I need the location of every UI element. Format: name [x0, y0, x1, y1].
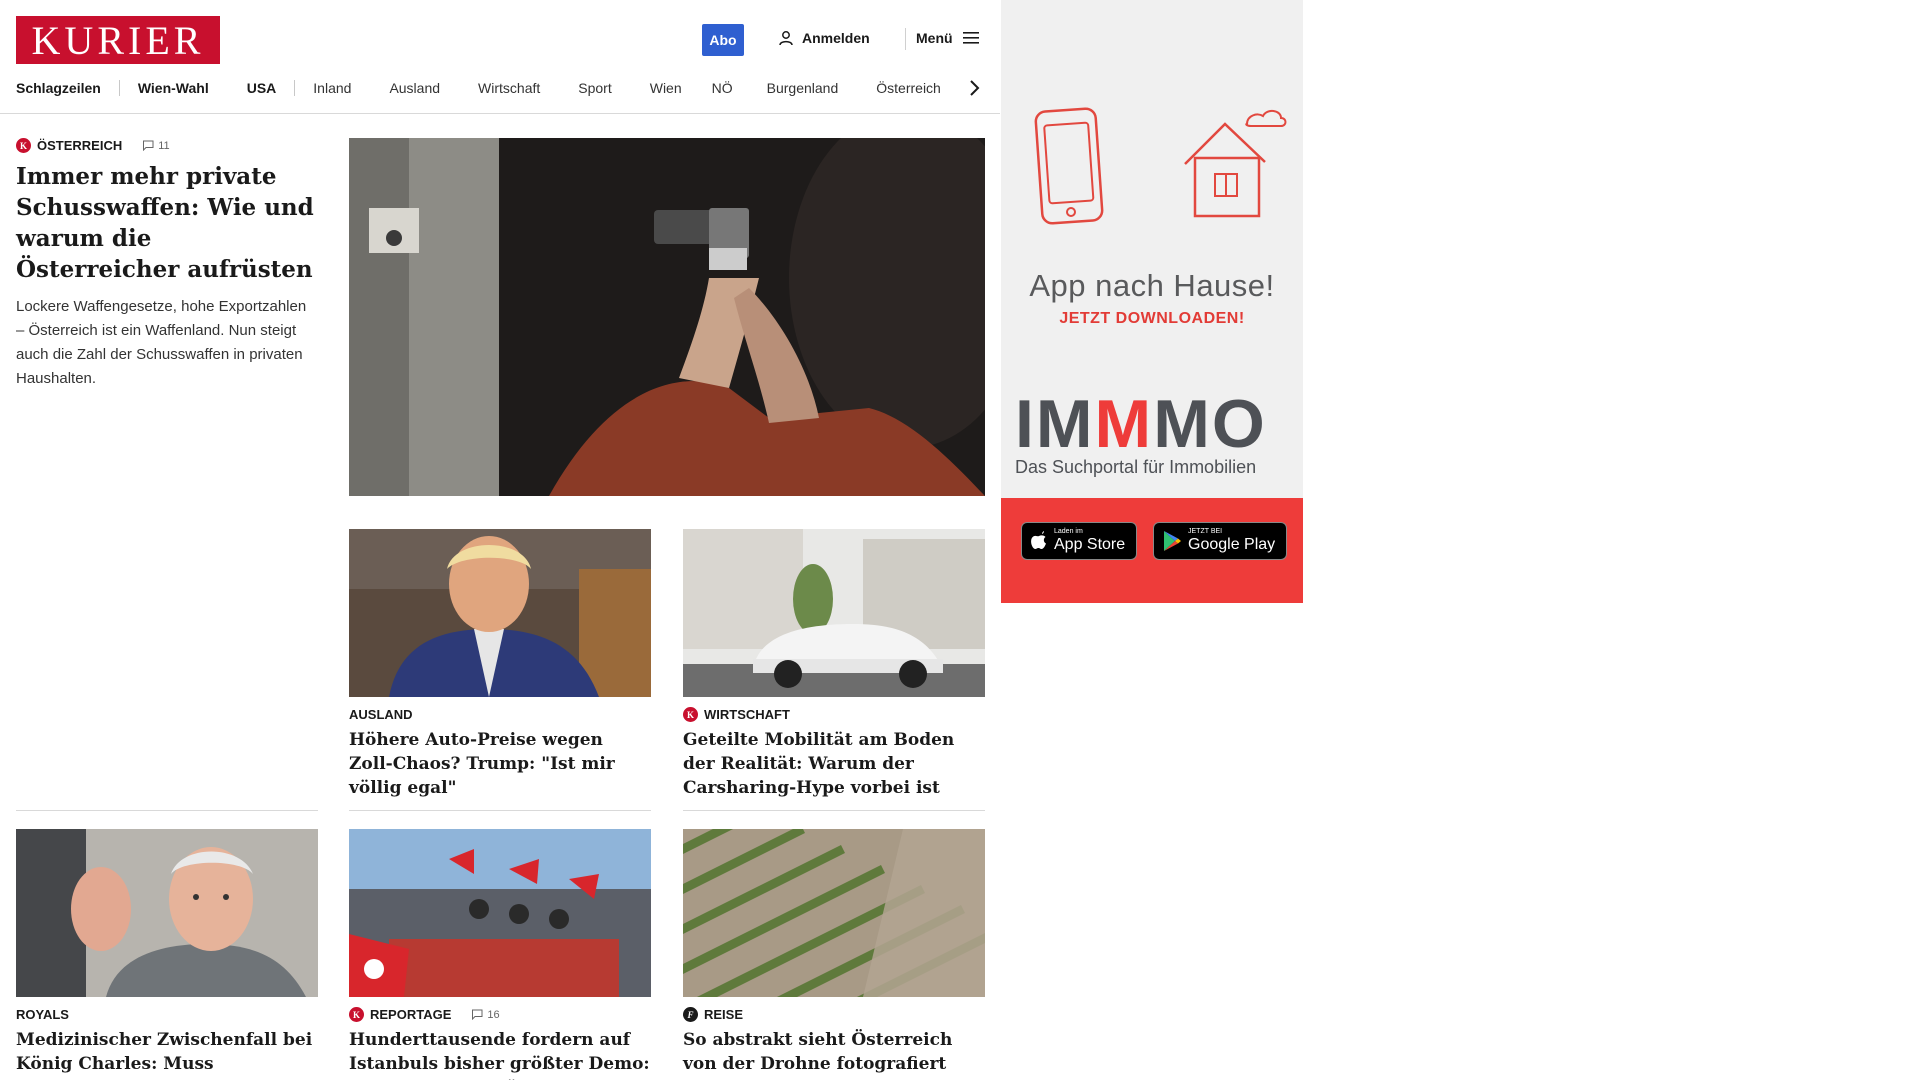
- card-kicker[interactable]: K Reportage 16: [349, 1007, 651, 1022]
- immmo-logo-part: IM: [1015, 386, 1095, 462]
- comment-count-value: 11: [158, 139, 170, 152]
- nav-item-inland[interactable]: Inland: [313, 80, 351, 96]
- immmo-logo-accent: M: [1094, 386, 1154, 462]
- section-nav: Schlagzeilen Wien-Wahl USA Inland Auslan…: [16, 78, 941, 98]
- phone-icon: [1034, 107, 1104, 225]
- article-card[interactable]: f Reise So abstrakt sieht Österreich von…: [683, 829, 985, 1080]
- google-play-icon: [1164, 531, 1181, 551]
- nav-item-usa[interactable]: USA: [247, 80, 277, 96]
- google-play-text: JETZT BEI Google Play: [1188, 528, 1275, 554]
- lead-image-pistol[interactable]: [349, 138, 985, 496]
- menu-button[interactable]: Menü: [916, 30, 979, 46]
- lead-teaser: Lockere Waffengesetze, hohe Exportzahlen…: [16, 298, 307, 387]
- nav-item-wien-wahl[interactable]: Wien-Wahl: [138, 80, 209, 96]
- comment-icon: [143, 140, 154, 151]
- card-category: Reportage: [370, 1007, 452, 1022]
- apple-icon: [1031, 531, 1046, 549]
- card-kicker[interactable]: K Wirtschaft: [683, 707, 985, 722]
- comment-count[interactable]: 11: [142, 139, 170, 152]
- card-category: Royals: [16, 1007, 69, 1022]
- article-card[interactable]: K Reportage 16 Hunderttausende fordern a…: [349, 829, 651, 1080]
- app-store-text: Laden im App Store: [1054, 528, 1125, 554]
- immmo-logo: IMMMO: [1015, 390, 1267, 458]
- card-kicker[interactable]: Ausland: [349, 707, 651, 722]
- kurier-plus-icon: K: [16, 138, 31, 153]
- kurier-logo[interactable]: KURIER: [16, 16, 220, 64]
- nav-separator: [118, 80, 120, 96]
- divider: [683, 810, 985, 811]
- card-headline[interactable]: Geteilte Mobilität am Boden der Realität…: [683, 728, 985, 800]
- immmo-advertisement[interactable]: App nach Hause! JETZT DOWNLOADEN! IMMMO …: [1001, 0, 1303, 603]
- thumb-istanbul-protest[interactable]: [349, 829, 651, 997]
- nav-item-burgenland[interactable]: Burgenland: [767, 80, 839, 96]
- card-headline[interactable]: Medizinischer Zwischenfall bei König Cha…: [16, 1028, 318, 1080]
- immmo-logo-part: MO: [1153, 386, 1267, 462]
- card-kicker[interactable]: Royals: [16, 1007, 318, 1022]
- comment-count-value: 16: [487, 1008, 500, 1021]
- ad-headline: App nach Hause!: [1029, 268, 1275, 303]
- app-store-small: Laden im: [1054, 528, 1083, 535]
- card-headline[interactable]: Höhere Auto-Preise wegen Zoll-Chaos? Tru…: [349, 728, 651, 800]
- abo-button[interactable]: Abo: [702, 24, 744, 56]
- card-category: Wirtschaft: [704, 707, 790, 722]
- google-play-button[interactable]: JETZT BEI Google Play: [1153, 522, 1287, 560]
- house-icon: [1184, 110, 1287, 218]
- chevron-right-icon[interactable]: [968, 78, 982, 98]
- nav-item-oesterreich[interactable]: Österreich: [876, 80, 941, 96]
- nav-item-schlagzeilen[interactable]: Schlagzeilen: [16, 80, 101, 96]
- comment-icon: [472, 1009, 483, 1020]
- lead-kicker[interactable]: K Österreich 11: [16, 138, 316, 153]
- login-label: Anmelden: [802, 30, 870, 46]
- site-header: KURIER Abo Anmelden Menü Schlagzeilen Wi…: [0, 0, 1000, 114]
- nav-item-wirtschaft[interactable]: Wirtschaft: [478, 80, 540, 96]
- card-category: Ausland: [349, 707, 413, 722]
- nav-separator: [294, 80, 296, 96]
- nav-item-sport[interactable]: Sport: [578, 80, 611, 96]
- menu-label: Menü: [916, 30, 953, 46]
- freizeit-icon: f: [683, 1007, 698, 1022]
- kurier-plus-icon: K: [683, 707, 698, 722]
- lead-headline[interactable]: Immer mehr private Schusswaffen: Wie und…: [16, 161, 316, 285]
- nav-item-wien[interactable]: Wien: [650, 80, 682, 96]
- lead-category: Österreich: [37, 138, 123, 153]
- nav-item-ausland[interactable]: Ausland: [389, 80, 440, 96]
- google-play-big: Google Play: [1188, 536, 1276, 553]
- thumb-trump[interactable]: [349, 529, 651, 697]
- kurier-plus-icon: K: [349, 1007, 364, 1022]
- login-button[interactable]: Anmelden: [778, 30, 870, 46]
- article-card[interactable]: Ausland Höhere Auto-Preise wegen Zoll-Ch…: [349, 529, 651, 800]
- thumb-drone-fields[interactable]: [683, 829, 985, 997]
- thumb-king-charles[interactable]: [16, 829, 318, 997]
- ad-cta[interactable]: JETZT DOWNLOADEN!: [1001, 310, 1303, 328]
- article-card[interactable]: Royals Medizinischer Zwischenfall bei Kö…: [16, 829, 318, 1080]
- thumb-carsharing[interactable]: [683, 529, 985, 697]
- article-card[interactable]: K Wirtschaft Geteilte Mobilität am Boden…: [683, 529, 985, 800]
- app-store-big: App Store: [1054, 536, 1126, 553]
- divider: [16, 810, 318, 811]
- lead-article[interactable]: K Österreich 11 Immer mehr private Schus…: [16, 138, 316, 391]
- google-play-small: JETZT BEI: [1188, 528, 1223, 535]
- immmo-tagline: Das Suchportal für Immobilien: [1015, 457, 1257, 477]
- card-headline[interactable]: So abstrakt sieht Österreich von der Dro…: [683, 1028, 985, 1080]
- user-icon: [779, 31, 793, 46]
- app-store-button[interactable]: Laden im App Store: [1021, 522, 1137, 560]
- card-kicker[interactable]: f Reise: [683, 1007, 985, 1022]
- comment-count[interactable]: 16: [471, 1008, 500, 1021]
- card-headline[interactable]: Hunderttausende fordern auf Istanbuls bi…: [349, 1028, 651, 1080]
- hamburger-icon: [962, 32, 979, 44]
- card-category: Reise: [704, 1007, 744, 1022]
- divider: [349, 810, 651, 811]
- nav-item-noe[interactable]: NÖ: [712, 80, 733, 96]
- header-divider: [905, 28, 906, 50]
